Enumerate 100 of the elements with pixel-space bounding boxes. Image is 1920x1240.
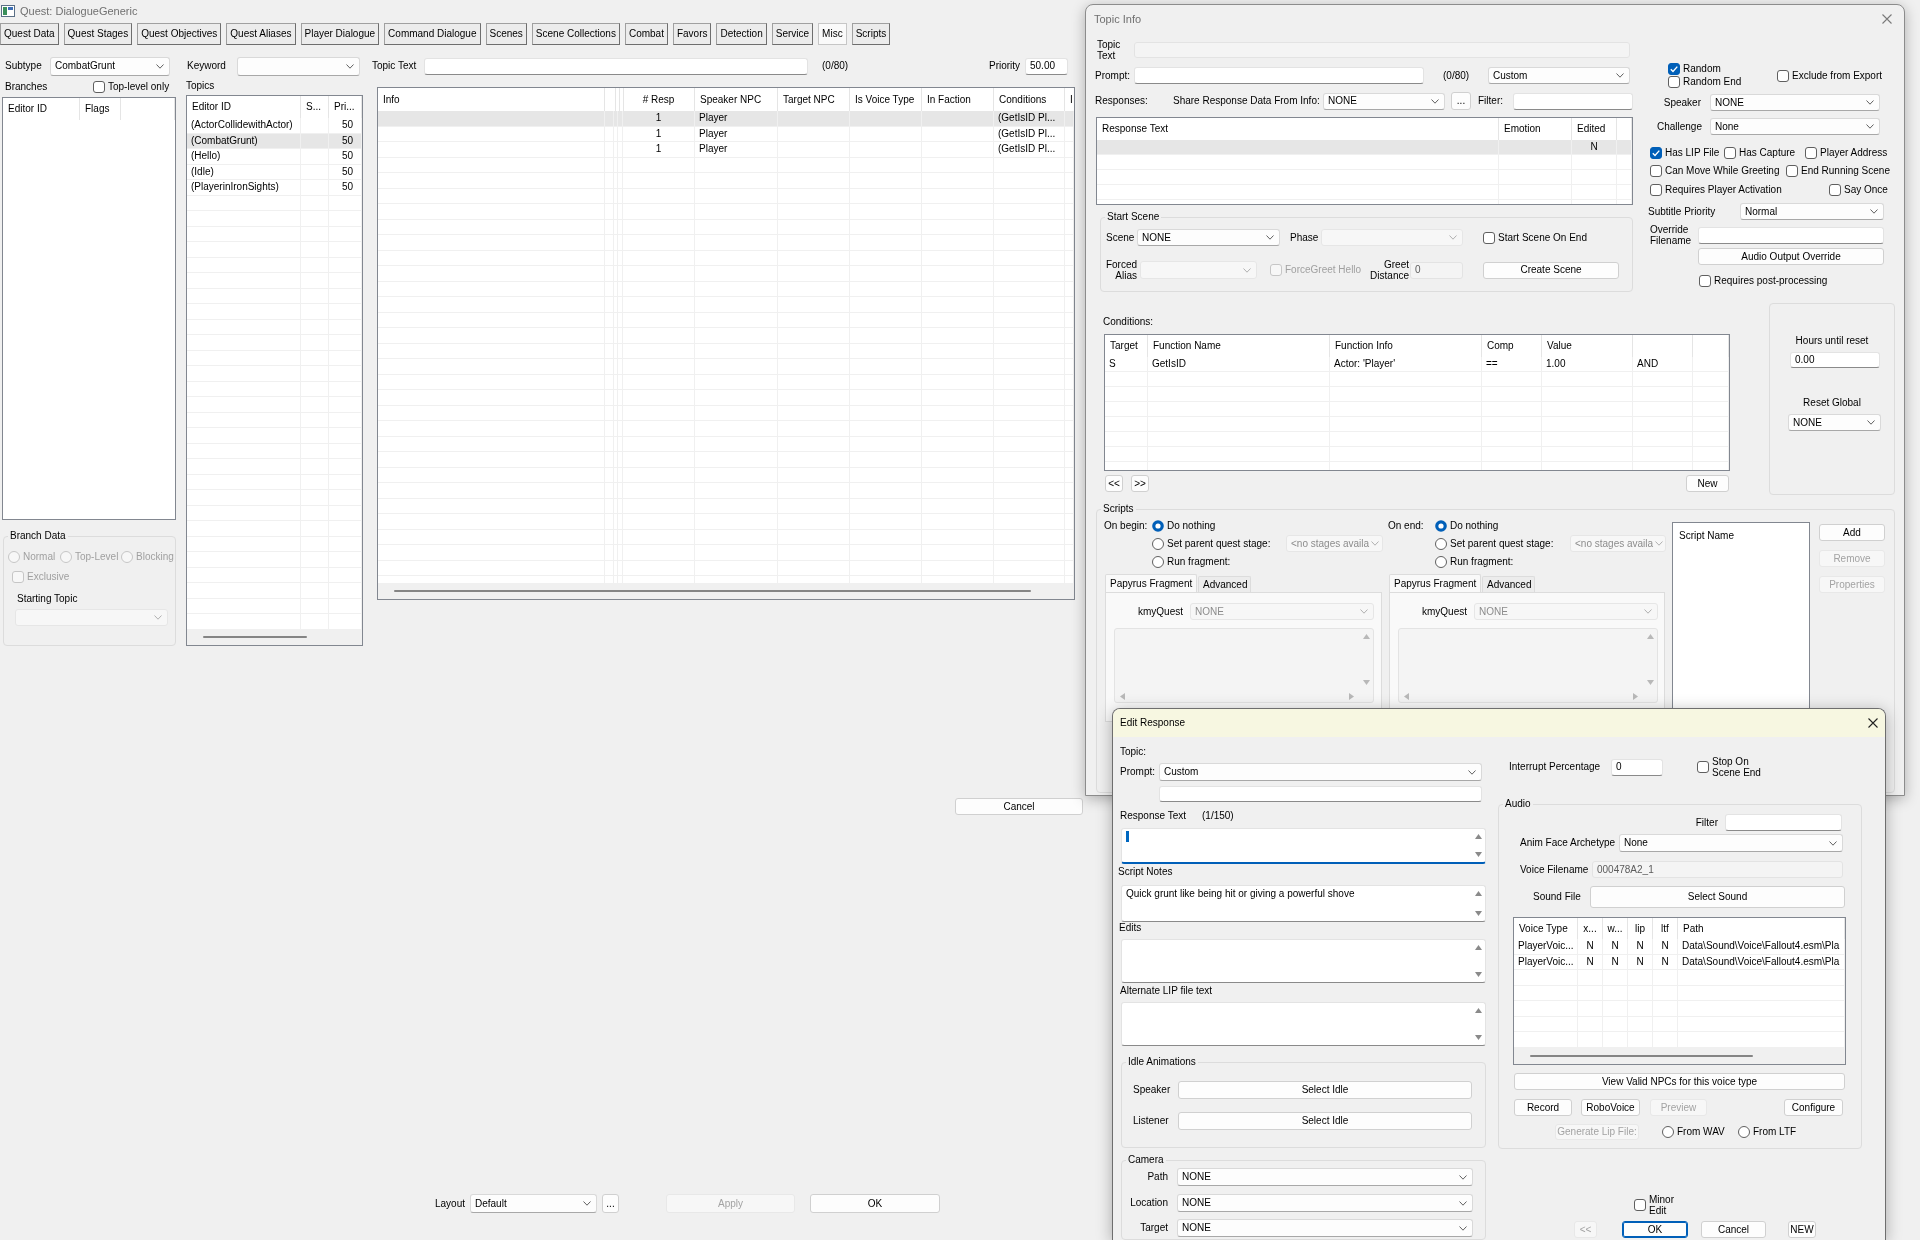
- new-button[interactable]: New: [1686, 475, 1729, 492]
- column-header[interactable]: Path: [1683, 922, 1704, 935]
- horizontal-scrollbar[interactable]: [1530, 1055, 1753, 1057]
- add-button[interactable]: Add: [1819, 524, 1885, 541]
- prompt-field[interactable]: [1134, 67, 1424, 84]
- start-scene-on-end-checkbox[interactable]: Start Scene On End: [1483, 231, 1587, 244]
- column-header[interactable]: Editor ID: [8, 103, 47, 115]
- column-header[interactable]: I: [1070, 93, 1073, 106]
- option-checkbox[interactable]: Player Address: [1805, 146, 1888, 159]
- column-header[interactable]: Voice Type: [1519, 922, 1568, 935]
- table-row[interactable]: N: [1097, 140, 1632, 155]
- next-button[interactable]: >>: [1131, 475, 1149, 492]
- column-header[interactable]: Function Info: [1335, 340, 1393, 352]
- layout-dropdown[interactable]: Default: [470, 1194, 597, 1213]
- fragment-text-field[interactable]: [1398, 628, 1658, 703]
- column-header[interactable]: w...: [1607, 922, 1623, 935]
- cancel-button[interactable]: Cancel: [1701, 1221, 1766, 1238]
- column-header[interactable]: Response Text: [1102, 123, 1168, 135]
- priority-field[interactable]: 50.00: [1025, 57, 1068, 75]
- more-button[interactable]: ...: [1451, 92, 1471, 110]
- record-button[interactable]: Record: [1514, 1099, 1572, 1116]
- lip-source-radio[interactable]: From LTF: [1738, 1126, 1797, 1138]
- requires-post-processing-checkbox[interactable]: Requires post-processing: [1699, 274, 1828, 287]
- horizontal-scrollbar[interactable]: [394, 590, 1031, 592]
- top-level-only-checkbox[interactable]: Top-level only: [93, 80, 170, 93]
- tab[interactable]: Scripts: [851, 23, 891, 45]
- select-idle-button[interactable]: Select Idle: [1178, 1111, 1472, 1130]
- anim-face-archetype-dropdown[interactable]: None: [1619, 834, 1843, 852]
- column-header[interactable]: Comp: [1487, 340, 1514, 352]
- new-button[interactable]: NEW: [1788, 1221, 1816, 1238]
- script-option-radio[interactable]: Set parent quest stage:: [1435, 537, 1554, 550]
- tab[interactable]: Detection: [716, 23, 767, 45]
- minor-edit-checkbox[interactable]: Minor Edit: [1634, 1194, 1681, 1216]
- tab[interactable]: Advanced: [1482, 576, 1535, 592]
- column-header[interactable]: Function Name: [1153, 340, 1221, 352]
- reset-global-dropdown[interactable]: NONE: [1788, 414, 1881, 431]
- speaker-dropdown[interactable]: NONE: [1710, 94, 1880, 111]
- tab[interactable]: Misc: [818, 23, 847, 45]
- script-notes-field[interactable]: Quick grunt like being hit or giving a powerful shove: [1121, 885, 1486, 922]
- table-row[interactable]: 1 Player (GetIsID Pl...: [378, 126, 1074, 142]
- challenge-dropdown[interactable]: None: [1710, 118, 1880, 135]
- option-checkbox[interactable]: Has LIP File: [1650, 146, 1720, 159]
- column-header[interactable]: ltf: [1661, 922, 1669, 935]
- tab[interactable]: Papyrus Fragment: [1389, 574, 1481, 592]
- edits-field[interactable]: [1121, 939, 1486, 983]
- view-valid-npcs-button[interactable]: View Valid NPCs for this voice type: [1514, 1073, 1845, 1090]
- lip-source-radio[interactable]: From WAV: [1662, 1126, 1725, 1138]
- tab[interactable]: Scenes: [485, 23, 527, 45]
- column-header[interactable]: Pri...: [334, 101, 355, 113]
- column-header[interactable]: Is Voice Type: [855, 93, 915, 106]
- column-header[interactable]: Value: [1547, 340, 1572, 352]
- tab[interactable]: Service: [771, 23, 814, 45]
- list-row[interactable]: (Idle) 50: [187, 164, 362, 180]
- option-checkbox[interactable]: Say Once: [1829, 183, 1888, 196]
- create-scene-button[interactable]: Create Scene: [1483, 261, 1619, 279]
- interrupt-percentage-field[interactable]: 0: [1611, 758, 1663, 776]
- table-row[interactable]: 1 Player (GetIsID Pl...: [378, 111, 1074, 127]
- topic-text-field[interactable]: [424, 57, 808, 75]
- option-checkbox[interactable]: Requires Player Activation: [1650, 183, 1782, 196]
- script-option-radio[interactable]: Do nothing: [1435, 519, 1499, 532]
- column-header[interactable]: # Resp: [642, 93, 675, 106]
- prompt-text-field[interactable]: [1159, 786, 1482, 802]
- option-checkbox[interactable]: Has Capture: [1724, 146, 1796, 159]
- fragment-text-field[interactable]: [1114, 628, 1374, 703]
- camera-dropdown[interactable]: NONE: [1177, 1194, 1473, 1212]
- tab[interactable]: Quest Objectives: [137, 23, 222, 45]
- ok-button[interactable]: OK: [1622, 1221, 1688, 1238]
- column-header[interactable]: Flags: [85, 103, 110, 115]
- hours-until-reset-field[interactable]: 0.00: [1790, 352, 1880, 368]
- table-row[interactable]: 1 Player (GetIsID Pl...: [378, 142, 1074, 158]
- list-row[interactable]: (ActorCollidewithActor) 50: [187, 118, 362, 134]
- prompt-dropdown[interactable]: Custom: [1159, 763, 1482, 781]
- tab[interactable]: Command Dialogue: [384, 23, 481, 45]
- random-checkbox[interactable]: Random: [1668, 63, 1773, 75]
- tab[interactable]: Scene Collections: [531, 23, 620, 45]
- subtype-dropdown[interactable]: CombatGrunt: [50, 56, 170, 76]
- option-checkbox[interactable]: End Running Scene: [1786, 164, 1890, 177]
- column-header[interactable]: Conditions: [999, 93, 1047, 106]
- audio-output-override-button[interactable]: Audio Output Override: [1698, 248, 1884, 265]
- robovoice-button[interactable]: RoboVoice: [1581, 1099, 1640, 1116]
- column-header[interactable]: Speaker NPC: [700, 93, 762, 106]
- tab[interactable]: Favors: [672, 23, 712, 45]
- script-option-radio[interactable]: Set parent quest stage:: [1152, 537, 1271, 550]
- stop-on-scene-end-checkbox[interactable]: Stop On Scene End: [1697, 756, 1764, 778]
- exclude-from-export-checkbox[interactable]: Exclude from Export: [1777, 69, 1883, 82]
- subtitle-priority-dropdown[interactable]: Normal: [1740, 203, 1884, 220]
- configure-button[interactable]: Configure: [1784, 1099, 1843, 1116]
- column-header[interactable]: Editor ID: [192, 101, 231, 113]
- more-button[interactable]: ...: [602, 1194, 619, 1213]
- prompt-type-dropdown[interactable]: Custom: [1488, 67, 1630, 84]
- script-option-radio[interactable]: Run fragment:: [1435, 555, 1514, 568]
- column-header[interactable]: In Faction: [927, 93, 971, 106]
- filter-field[interactable]: [1513, 92, 1633, 110]
- tab[interactable]: Quest Data: [0, 23, 59, 45]
- script-option-radio[interactable]: Run fragment:: [1152, 555, 1231, 568]
- camera-dropdown[interactable]: NONE: [1177, 1168, 1473, 1186]
- tab[interactable]: Papyrus Fragment: [1105, 574, 1197, 592]
- column-header[interactable]: Target: [1110, 340, 1138, 352]
- option-checkbox[interactable]: Can Move While Greeting: [1650, 164, 1780, 177]
- ok-button[interactable]: OK: [810, 1194, 940, 1213]
